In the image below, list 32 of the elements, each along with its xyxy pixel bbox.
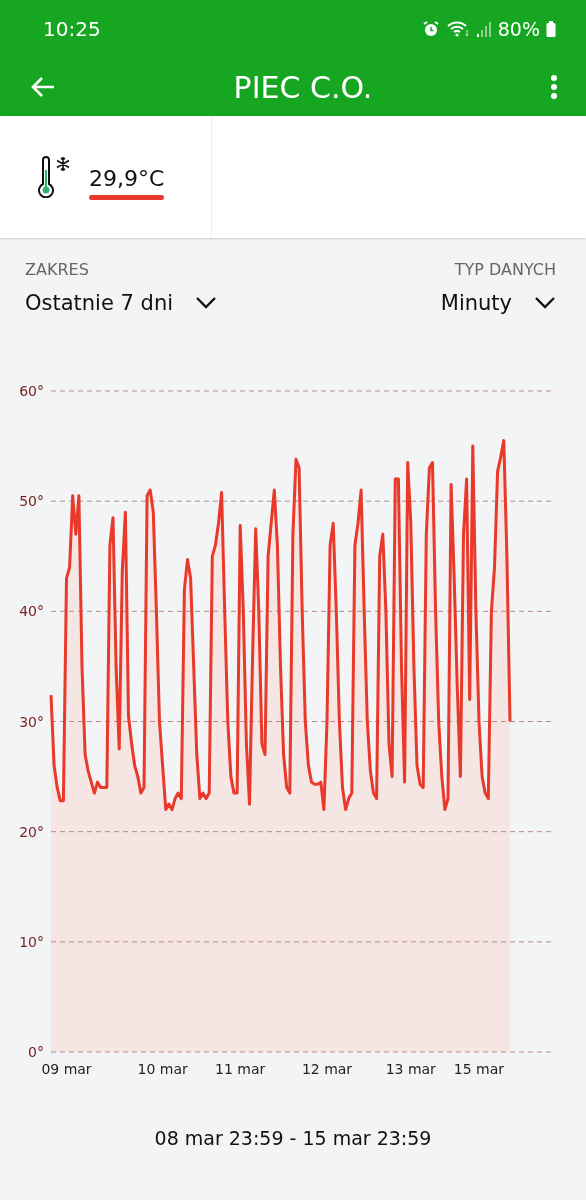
y-axis-label: 50° bbox=[19, 493, 44, 510]
date-range: 08 mar 23:59 - 15 mar 23:59 bbox=[153, 1127, 433, 1149]
x-axis-label: 11 mar bbox=[215, 1061, 266, 1077]
chevron-icon bbox=[195, 296, 218, 310]
signal-icon bbox=[475, 20, 492, 38]
x-axis-label: 10 mar bbox=[137, 1061, 188, 1077]
y-axis-label: 40° bbox=[19, 603, 44, 620]
y-axis-label: 20° bbox=[19, 823, 44, 840]
filter-dropdown[interactable]: Minuty bbox=[440, 291, 556, 315]
battery-percent: 80% bbox=[497, 18, 540, 40]
filter-label: ZAKRES bbox=[25, 260, 90, 279]
y-axis-label: 60° bbox=[19, 383, 44, 399]
wifi-icon bbox=[445, 20, 470, 38]
screen-title: PIEC C.O. bbox=[233, 69, 373, 105]
status-time: 10:25 bbox=[43, 17, 101, 41]
y-axis-label: 10° bbox=[19, 933, 44, 950]
thermometer-icon bbox=[38, 156, 54, 198]
x-axis-label: 15 mar bbox=[453, 1061, 505, 1077]
snowflake-icon bbox=[55, 156, 71, 172]
chevron-icon bbox=[534, 296, 556, 310]
more-icon bbox=[550, 74, 558, 100]
filter-dropdown[interactable]: Ostatnie 7 dni bbox=[25, 291, 218, 315]
y-axis-label: 0° bbox=[28, 1044, 44, 1060]
filter-label: TYP DANYCH bbox=[454, 260, 556, 279]
alarm-icon bbox=[421, 20, 440, 38]
temperature-value: 29,9°C bbox=[89, 166, 165, 191]
back-arrow-icon bbox=[30, 76, 56, 98]
x-axis-label: 13 mar bbox=[385, 1061, 436, 1077]
y-axis-label: 30° bbox=[19, 713, 44, 730]
x-axis-label: 12 mar bbox=[301, 1061, 353, 1077]
battery-icon bbox=[546, 20, 556, 38]
x-axis-label: 09 mar bbox=[41, 1061, 92, 1077]
